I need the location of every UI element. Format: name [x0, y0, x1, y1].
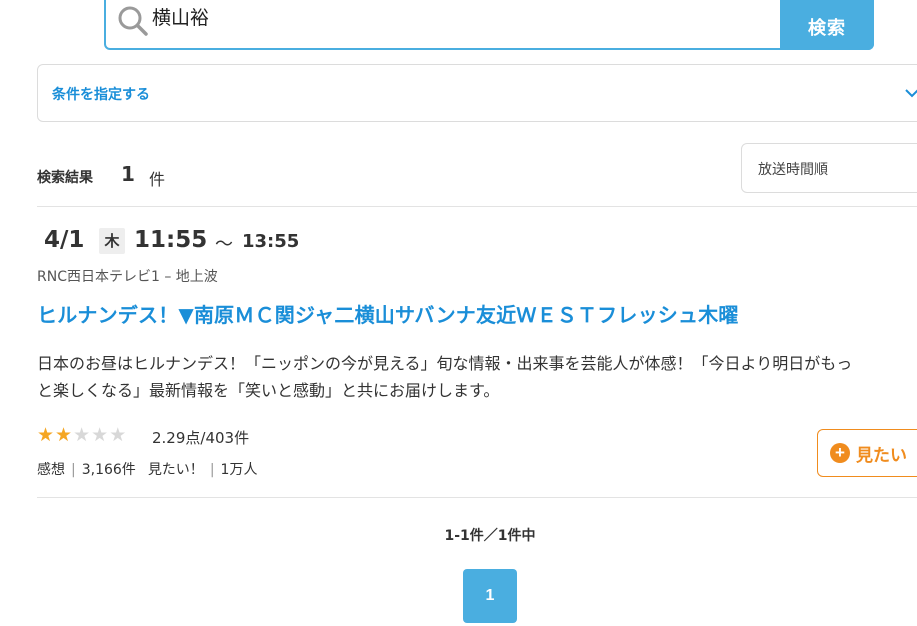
search-input[interactable]: [152, 2, 752, 30]
rating-text: 2.29点/403件: [152, 429, 250, 447]
want-button[interactable]: + 見たい: [817, 429, 917, 477]
divider: [37, 497, 917, 498]
filter-toggle[interactable]: 条件を指定する: [37, 64, 917, 122]
star-empty-icon: ★: [109, 424, 127, 446]
star-empty-icon: ★: [91, 424, 109, 446]
sort-select-value: 放送時間順: [758, 162, 828, 178]
sort-select[interactable]: 放送時間順: [741, 143, 917, 193]
impressions-label: 感想: [37, 462, 65, 478]
pagination-summary: 1-1件／1件中: [444, 528, 536, 544]
result-unit: 件: [149, 170, 166, 189]
program-stats: 感想 | 3,166件 見たい！ | 1万人: [37, 462, 258, 478]
star-filled-icon: ★: [55, 424, 73, 446]
filter-toggle-label: 条件を指定する: [52, 87, 150, 103]
time-separator: ～: [215, 234, 233, 255]
plus-icon: +: [830, 443, 850, 463]
result-count: 1: [121, 162, 135, 186]
search-box: 検索: [104, 0, 874, 50]
end-time: 13:55: [242, 231, 300, 252]
want-count: 1万人: [220, 462, 258, 478]
star-filled-icon: ★: [37, 424, 55, 446]
want-button-label: 見たい: [856, 446, 907, 465]
weekday-badge: 木: [99, 228, 125, 254]
channel-label: RNC西日本テレビ1 – 地上波: [37, 269, 218, 285]
search-icon: [118, 6, 148, 36]
program-description-line: 日本のお昼はヒルナンデス！「ニッポンの今が見える」旬な情報・出来事を芸能人が体感…: [37, 354, 853, 373]
page-button-current[interactable]: 1: [463, 569, 517, 623]
star-empty-icon: ★: [73, 424, 91, 446]
impressions-count: 3,166件: [81, 462, 136, 478]
want-label: 見たい！: [147, 462, 204, 478]
search-button[interactable]: 検索: [780, 0, 874, 50]
start-time: 11:55: [134, 227, 208, 253]
divider: [37, 206, 917, 207]
program-date: 4/1: [44, 227, 85, 253]
rating-stars: ★★★★★: [37, 424, 127, 446]
program-title-link[interactable]: ヒルナンデス！▼南原ＭＣ関ジャ二横山サバンナ友近ＷＥＳＴフレッシュ木曜: [37, 299, 739, 328]
program-description-line: と楽しくなる」最新情報を「笑いと感動」と共にお届けします。: [37, 381, 500, 400]
program-description: 日本のお昼はヒルナンデス！「ニッポンの今が見える」旬な情報・出来事を芸能人が体感…: [37, 350, 917, 404]
chevron-down-icon: [905, 89, 917, 98]
result-label: 検索結果: [37, 170, 93, 186]
